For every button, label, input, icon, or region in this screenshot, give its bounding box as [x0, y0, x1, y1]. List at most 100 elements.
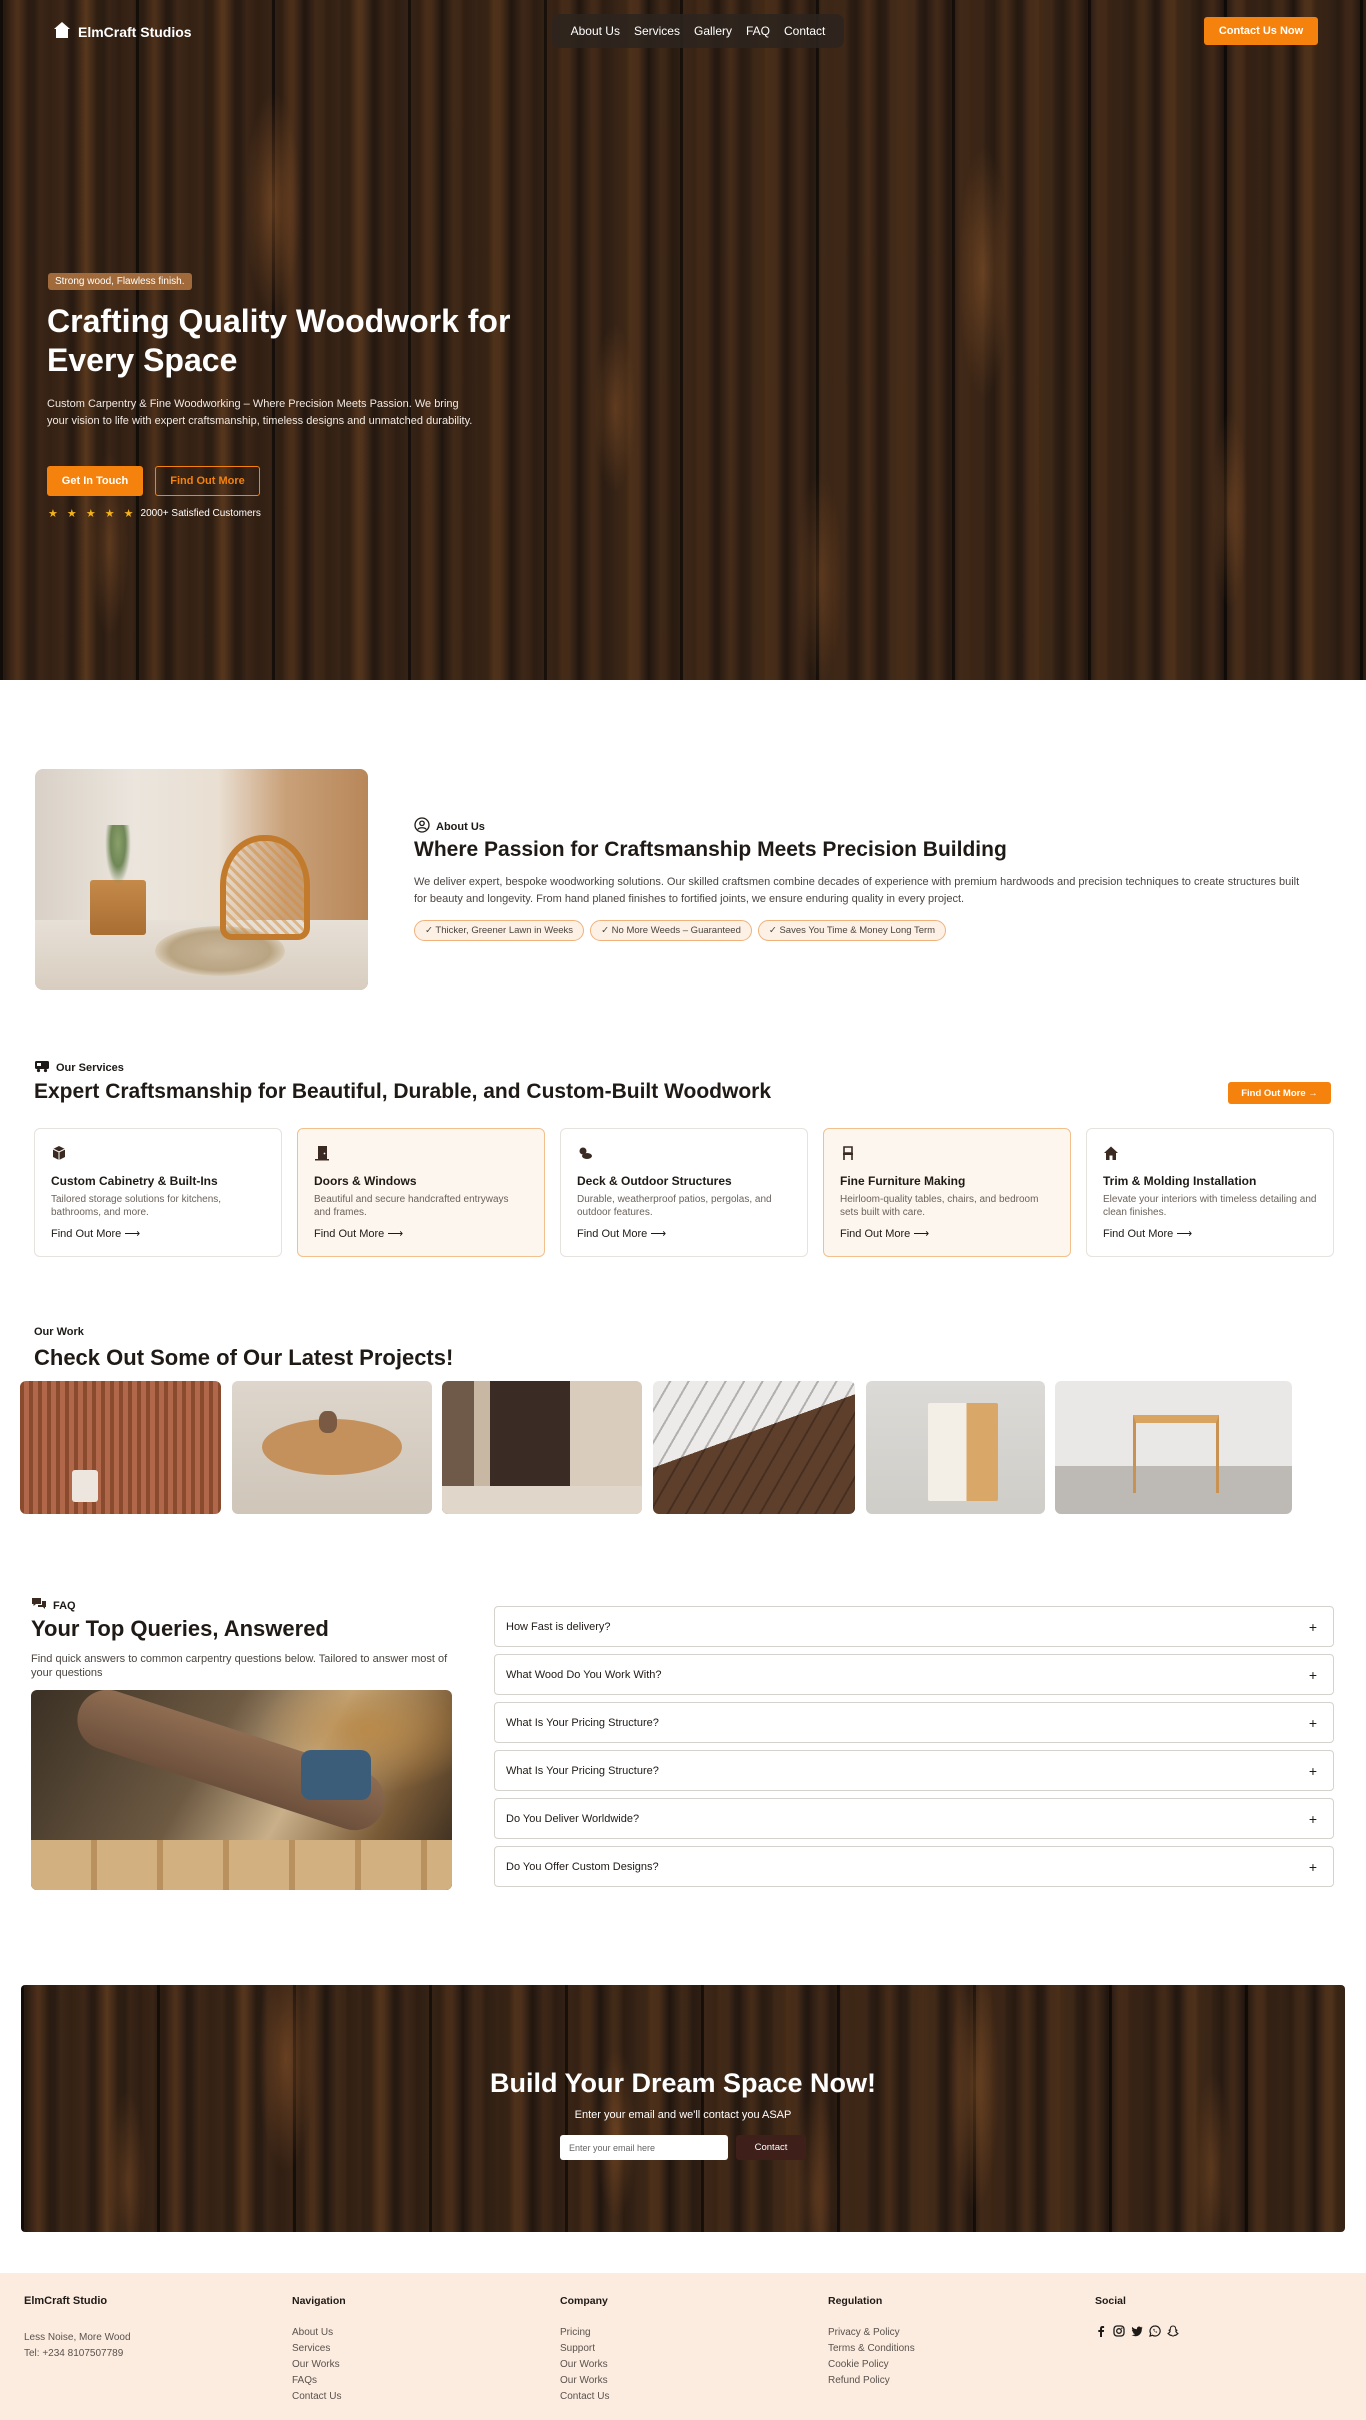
email-input[interactable]	[560, 2135, 728, 2160]
footer-col-title: Social	[1095, 2295, 1126, 2307]
cube-icon	[51, 1146, 67, 1165]
contact-button[interactable]: Contact	[736, 2135, 806, 2160]
faq-tag: FAQ	[31, 1596, 76, 1615]
service-card-text: Beautiful and secure handcrafted entrywa…	[314, 1194, 509, 1218]
faq-question: How Fast is delivery?	[506, 1620, 611, 1633]
about-chips: ✓ Thicker, Greener Lawn in Weeks ✓ No Mo…	[414, 920, 947, 941]
footer-link[interactable]: Our Works	[560, 2373, 609, 2389]
plus-icon[interactable]: +	[1309, 1715, 1317, 1731]
service-card-link[interactable]: Find Out More ⟶	[314, 1227, 403, 1240]
footer-link[interactable]: Services	[292, 2341, 346, 2357]
nav-about[interactable]: About Us	[571, 24, 620, 38]
project-image-deck[interactable]	[653, 1381, 855, 1514]
sun-cloud-icon	[577, 1147, 593, 1165]
plus-icon[interactable]: +	[1309, 1859, 1317, 1875]
contact-us-now-button[interactable]: Contact Us Now	[1204, 17, 1318, 45]
chip: ✓ Thicker, Greener Lawn in Weeks	[414, 920, 585, 941]
footer-link[interactable]: Contact Us	[292, 2389, 346, 2405]
footer-phone: Tel: +234 8107507789	[24, 2348, 124, 2359]
footer-link[interactable]: Support	[560, 2341, 609, 2357]
service-card-text: Heirloom-quality tables, chairs, and bed…	[840, 1194, 1039, 1218]
footer-link[interactable]: Our Works	[292, 2357, 346, 2373]
home-icon	[1103, 1146, 1119, 1165]
footer-link[interactable]: Our Works	[560, 2357, 609, 2373]
footer-link[interactable]: Pricing	[560, 2325, 609, 2341]
whatsapp-icon[interactable]	[1149, 2325, 1161, 2340]
faq-item[interactable]: Do You Offer Custom Designs? +	[494, 1846, 1334, 1887]
project-image-table-chairs[interactable]	[1055, 1381, 1292, 1514]
services-find-out-more-button[interactable]: Find Out More →	[1228, 1082, 1331, 1104]
about-image	[35, 769, 368, 990]
footer-brand: ElmCraft Studio Less Noise, More Wood Te…	[24, 2295, 131, 2362]
plus-icon[interactable]: +	[1309, 1619, 1317, 1635]
footer-link[interactable]: Terms & Conditions	[828, 2341, 915, 2357]
service-card-deck[interactable]: Deck & Outdoor Structures Durable, weath…	[560, 1128, 808, 1257]
facebook-icon[interactable]	[1095, 2325, 1107, 2340]
project-image-interior[interactable]	[442, 1381, 642, 1514]
service-card-title: Trim & Molding Installation	[1103, 1174, 1257, 1188]
service-card-link[interactable]: Find Out More ⟶	[1103, 1227, 1192, 1240]
service-card-furniture[interactable]: Fine Furniture Making Heirloom-quality t…	[823, 1128, 1071, 1257]
service-card-title: Fine Furniture Making	[840, 1174, 966, 1188]
footer-col-title: Company	[560, 2295, 608, 2307]
project-image-round-table[interactable]	[232, 1381, 432, 1514]
rating: ★ ★ ★ ★ ★ 2000+ Satisfied Customers	[48, 507, 261, 520]
instagram-icon[interactable]	[1113, 2325, 1125, 2340]
faq-item[interactable]: What Wood Do You Work With? +	[494, 1654, 1334, 1695]
nav-contact[interactable]: Contact	[784, 24, 825, 38]
work-tag: Our Work	[34, 1326, 84, 1338]
project-image-wall-slats[interactable]	[20, 1381, 221, 1514]
work-title: Check Out Some of Our Latest Projects!	[34, 1345, 454, 1370]
service-card-text: Elevate your interiors with timeless det…	[1103, 1194, 1317, 1218]
brand-logo[interactable]: ElmCraft Studios	[52, 20, 192, 43]
footer-col-title: Navigation	[292, 2295, 346, 2307]
nav-faq[interactable]: FAQ	[746, 24, 770, 38]
faq-list: How Fast is delivery? + What Wood Do You…	[494, 1606, 1334, 1894]
faq-question: What Wood Do You Work With?	[506, 1668, 662, 1681]
footer-link[interactable]: Privacy & Policy	[828, 2325, 915, 2341]
chat-bubbles-icon	[31, 1596, 47, 1615]
footer-address: Less Noise, More Wood	[24, 2332, 131, 2343]
service-card-trim[interactable]: Trim & Molding Installation Elevate your…	[1086, 1128, 1334, 1257]
faq-item[interactable]: How Fast is delivery? +	[494, 1606, 1334, 1647]
brand-name: ElmCraft Studios	[78, 23, 192, 40]
faq-item[interactable]: What Is Your Pricing Structure? +	[494, 1702, 1334, 1743]
service-card-link[interactable]: Find Out More ⟶	[577, 1227, 666, 1240]
service-card-doors[interactable]: Doors & Windows Beautiful and secure han…	[297, 1128, 545, 1257]
chair-icon	[840, 1146, 856, 1165]
footer-col-social: Social	[1095, 2295, 1179, 2340]
service-cards: Custom Cabinetry & Built-Ins Tailored st…	[34, 1128, 1334, 1257]
service-card-cabinetry[interactable]: Custom Cabinetry & Built-Ins Tailored st…	[34, 1128, 282, 1257]
rating-text: 2000+ Satisfied Customers	[140, 508, 261, 519]
footer-link[interactable]: Refund Policy	[828, 2373, 915, 2389]
project-image-cabinet[interactable]	[866, 1381, 1045, 1514]
faq-tag-label: FAQ	[53, 1599, 76, 1612]
faq-item[interactable]: Do You Deliver Worldwide? +	[494, 1798, 1334, 1839]
service-card-link[interactable]: Find Out More ⟶	[51, 1227, 140, 1240]
service-card-link[interactable]: Find Out More ⟶	[840, 1227, 929, 1240]
faq-question: What Is Your Pricing Structure?	[506, 1764, 659, 1777]
plus-icon[interactable]: +	[1309, 1667, 1317, 1683]
faq-question: Do You Offer Custom Designs?	[506, 1860, 659, 1873]
nav-services[interactable]: Services	[634, 24, 680, 38]
faq-title: Your Top Queries, Answered	[31, 1616, 329, 1641]
footer-col-title: Regulation	[828, 2295, 883, 2307]
star-rating-icons: ★ ★ ★ ★ ★	[48, 508, 137, 520]
service-card-title: Deck & Outdoor Structures	[577, 1174, 732, 1188]
plus-icon[interactable]: +	[1309, 1811, 1317, 1827]
plus-icon[interactable]: +	[1309, 1763, 1317, 1779]
snapchat-icon[interactable]	[1167, 2325, 1179, 2340]
find-out-more-button[interactable]: Find Out More	[155, 466, 260, 496]
hero-subtitle: Custom Carpentry & Fine Woodworking – Wh…	[47, 398, 473, 427]
hero-title: Crafting Quality Woodwork for Every Spac…	[47, 303, 511, 378]
footer-link[interactable]: Cookie Policy	[828, 2357, 915, 2373]
footer-link[interactable]: About Us	[292, 2325, 346, 2341]
social-icons	[1095, 2325, 1179, 2340]
get-in-touch-button[interactable]: Get In Touch	[47, 466, 143, 496]
service-card-text: Durable, weatherproof patios, pergolas, …	[577, 1194, 772, 1218]
faq-item[interactable]: What Is Your Pricing Structure? +	[494, 1750, 1334, 1791]
footer-link[interactable]: Contact Us	[560, 2389, 609, 2405]
footer-link[interactable]: FAQs	[292, 2373, 346, 2389]
twitter-icon[interactable]	[1131, 2325, 1143, 2340]
nav-gallery[interactable]: Gallery	[694, 24, 732, 38]
